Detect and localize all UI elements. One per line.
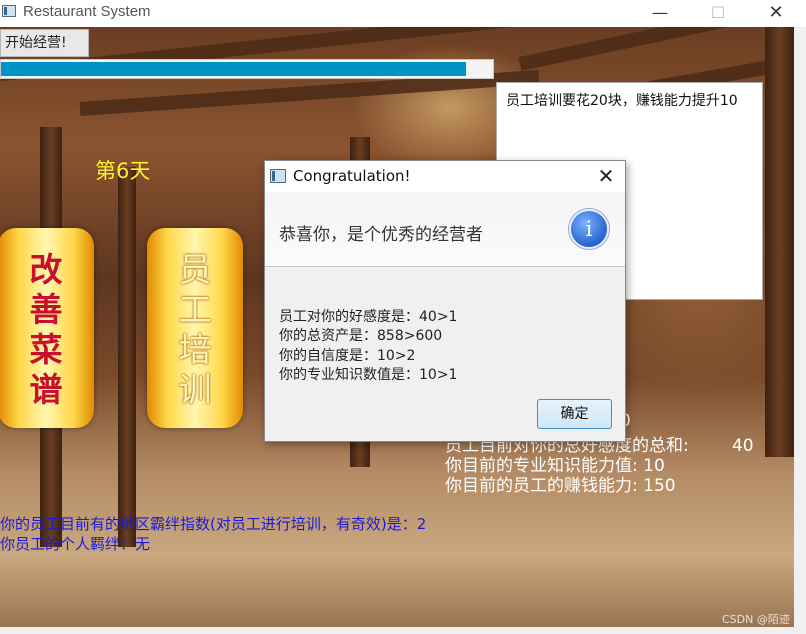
dialog-line-confidence: 你的自信度是：10>2	[279, 347, 416, 364]
congratulation-dialog: Congratulation! ✕ 恭喜你，是个优秀的经营者 i 员工对你的好感…	[264, 160, 626, 442]
staff-personal-bond: 你员工的个人羁绊：无	[0, 535, 151, 553]
dialog-app-icon	[270, 169, 286, 183]
maximize-button[interactable]: ☐	[698, 0, 738, 27]
wooden-pillar	[765, 27, 794, 457]
improve-menu-label: 改善菜谱	[29, 250, 63, 409]
dialog-line-assets: 你的总资产是：858>600	[279, 328, 443, 345]
stat-line-staff-earning: 你目前的员工的赚钱能力: 150	[445, 476, 676, 496]
wooden-pillar	[118, 167, 136, 547]
dialog-header-text: 恭喜你，是个优秀的经营者	[279, 225, 483, 245]
dialog-title: Congratulation!	[293, 167, 411, 185]
dialog-titlebar: Congratulation! ✕	[265, 161, 625, 192]
minimize-button[interactable]: —	[640, 0, 680, 27]
dialog-close-button[interactable]: ✕	[591, 163, 621, 189]
window-title: Restaurant System	[23, 3, 151, 20]
ok-button[interactable]: 确定	[537, 399, 612, 429]
dialog-line-knowledge: 你的专业知识数值是：10>1	[279, 366, 458, 383]
train-staff-label: 员工培训	[178, 250, 212, 409]
day-label: 第6天	[95, 159, 151, 183]
staff-bond-index: 你的员工目前有的地区霸绊指数(对员工进行培训，有奇效)是：2	[0, 515, 427, 533]
window-border	[794, 27, 806, 627]
improve-menu-button[interactable]: 改善菜谱	[0, 228, 94, 428]
dialog-header: 恭喜你，是个优秀的经营者 i	[265, 192, 625, 267]
start-business-button[interactable]: 开始经营!	[0, 29, 89, 57]
dialog-line-favorability: 员工对你的好感度是：40>1	[279, 309, 458, 325]
watermark: CSDN @陌迹	[722, 613, 790, 626]
dialog-body: 员工对你的好感度是：40>1 你的总资产是：858>600 你的自信度是：10>…	[279, 308, 457, 385]
train-staff-button[interactable]: 员工培训	[147, 228, 243, 428]
app-icon	[2, 5, 16, 17]
progress-bar-fill	[1, 62, 466, 76]
info-icon: i	[569, 209, 609, 249]
window-titlebar: Restaurant System — ☐ ✕	[0, 0, 806, 27]
close-window-button[interactable]: ✕	[756, 0, 796, 27]
progress-bar	[0, 59, 494, 79]
window-border	[0, 627, 806, 634]
